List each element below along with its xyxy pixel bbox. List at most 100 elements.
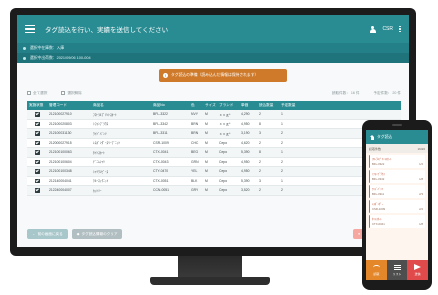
checked-checkbox-icon[interactable] — [35, 131, 40, 136]
table-row[interactable]: 212240004007 ｶｯﾄｿｰ CCN-0051 GRY M Cepo 3,520 2 2 — [27, 186, 401, 196]
table-cell: 2 — [259, 112, 261, 117]
table-cell: 212100100604 — [49, 159, 72, 164]
table-row[interactable]: 212140004041 ｸﾙｰﾈｯｸﾆｯﾄ CTX-0051 BLK M Cepo 5,3… — [27, 176, 401, 186]
read-count: 読取件数： 16 件 — [331, 90, 360, 95]
row-checkbox-cell[interactable] — [27, 140, 47, 145]
table-cell: 4,950 — [241, 169, 250, 174]
phone-count-value: 16/20 — [417, 146, 425, 151]
table-row[interactable]: 212100020803 ｼﾌｫﾝﾌﾞﾗｳｽ BFL-3342 BRN Mｘｘｇ* 4,9… — [27, 119, 401, 129]
table-row[interactable]: 212000027915 ﾚｽﾎﾞﾝﾀﾞｰｽﾘｰﾌﾞﾆｯﾄ CSR-1009 CHC M… — [27, 138, 401, 148]
clear-tags-button[interactable]: ◆ タグ読込情報のクリア — [71, 229, 123, 239]
table-cell: ﾃﾞﾆﾑｼｬﾂ — [93, 160, 105, 165]
table-cell: CSR-1009 — [153, 140, 169, 145]
table-cell: 212100031130 — [49, 131, 72, 136]
row-checkbox-cell[interactable] — [27, 112, 47, 117]
smartphone: タグ読込 読取件数 16/20 ﾌﾛｰﾗﾙﾌﾟﾘﾝﾄｽｶｰﾄ BFL-3322 1/… — [362, 120, 432, 290]
table-cell: ｶｯﾄｿｰ — [93, 188, 102, 193]
phone-screen: タグ読込 読取件数 16/20 ﾌﾛｰﾗﾙﾌﾟﾘﾝﾄｽｶｰﾄ BFL-3322 1/… — [366, 130, 428, 280]
table-cell: 4,620 — [241, 140, 250, 145]
row-checkbox-cell[interactable] — [27, 131, 47, 136]
column-header: ブランド — [219, 103, 234, 107]
table-cell: BRN — [191, 121, 199, 126]
table-row[interactable]: 212100100348 ｼｬﾂﾜﾝﾋﾟｰｽ CTY-0470 YEL M Cepo 4,9… — [27, 167, 401, 177]
table-cell: 2 — [259, 159, 261, 164]
tag-read-notice[interactable]: ! タグ読込の準備（読み込んだ情報は保持されます） — [159, 69, 287, 82]
select-all-button[interactable]: 全て選択 — [27, 91, 47, 96]
tag-icon: ◆ — [76, 232, 80, 236]
table-cell: ﾜｲﾄﾞﾊﾟﾝﾂ — [93, 131, 107, 136]
checked-checkbox-icon[interactable] — [35, 140, 40, 145]
table-cell: 3 — [259, 131, 261, 136]
home-icon[interactable] — [370, 134, 375, 140]
checked-checkbox-icon[interactable] — [35, 121, 40, 126]
table-cell: CCN-0051 — [153, 188, 170, 193]
table-cell: BFL-3311 — [153, 131, 168, 136]
phone-item-card[interactable]: ｼﾌｫﾝﾌﾞﾗｳｽ BFL-3342 1/8 — [369, 170, 425, 183]
table-cell: Cepo — [219, 140, 228, 145]
table-cell: ｘｘｇ* — [219, 112, 231, 117]
row-checkbox-cell[interactable] — [27, 188, 47, 193]
table-cell: Cepo — [219, 159, 228, 164]
table-header: 実施状態 管理コード 商品名 商品No 色 サイズ ブランド 単価 読込数量 予定数量 — [27, 101, 401, 110]
phone-item-card[interactable]: ﾌﾛｰﾗﾙﾌﾟﾘﾝﾄｽｶｰﾄ BFL-3322 1/2 — [369, 155, 425, 168]
table-cell: CTX-0051 — [153, 178, 169, 183]
deselect-all-button[interactable]: 選択解除 — [61, 91, 82, 96]
table-cell: 212240004007 — [49, 188, 72, 193]
checked-checkbox-icon[interactable] — [35, 159, 40, 164]
phone-item-card[interactable]: ﾀｲﾄｽｶｰﾄ CTX-0041 1/8 — [369, 215, 425, 228]
table-cell: 212100100063 — [49, 150, 72, 155]
phone-list-button[interactable]: リスト — [386, 260, 408, 280]
table-toolbar: 全て選択 選択解除 読取件数： 16 件 予定件数： 20 件 — [27, 88, 401, 98]
checked-checkbox-icon[interactable] — [35, 169, 40, 174]
phone-item-qty: 2/2 — [419, 206, 423, 211]
phone-item-card[interactable]: ﾜｲﾄﾞﾊﾟﾝﾂ BFL-3311 2/3 — [369, 185, 425, 198]
phone-item-code: BFL-3311 — [372, 191, 385, 196]
table-cell: 2 — [281, 140, 283, 145]
table-cell: 2 — [281, 188, 283, 193]
shipment-table: 実施状態 管理コード 商品名 商品No 色 サイズ ブランド 単価 読込数量 予定数量 21210… — [27, 101, 401, 196]
info-icon — [23, 46, 26, 50]
phone-item-card[interactable]: ﾚｽﾎﾞﾝﾀﾞｰ CSR-1009 2/2 — [369, 200, 425, 213]
checked-checkbox-icon[interactable] — [35, 150, 40, 155]
table-cell: 3,190 — [241, 131, 250, 136]
user-icon[interactable] — [369, 25, 376, 33]
table-cell: 4,950 — [241, 159, 250, 164]
checked-checkbox-icon[interactable] — [35, 112, 40, 117]
desktop-monitor: タグ読込を行い、実績を送信してください CSR 選択中在庫数：入庫 選択中出荷数… — [10, 8, 416, 256]
column-header: 商品名 — [93, 103, 104, 107]
shipment-info: 選択中出荷数：2021/09/06 100-004 — [30, 55, 91, 60]
table-cell: Cepo — [219, 188, 228, 193]
table-row[interactable]: 212100027910 ﾌﾛｰﾗﾙﾌﾟﾘﾝﾄｽｶｰﾄ BFL-3322 NVY Mｘｘ… — [27, 110, 401, 120]
checked-checkbox-icon[interactable] — [35, 188, 40, 193]
phone-send-button[interactable]: 送信 — [407, 260, 428, 280]
table-cell: M — [205, 188, 208, 193]
more-icon[interactable] — [399, 25, 401, 33]
table-row[interactable]: 212100031130 ﾜｲﾄﾞﾊﾟﾝﾂ BFL-3311 BRN Mｘｘｇ* 3,19… — [27, 129, 401, 139]
table-cell: CHC — [191, 140, 199, 145]
row-checkbox-cell[interactable] — [27, 150, 47, 155]
send-icon — [414, 264, 422, 270]
product-illustration: タグ読込を行い、実績を送信してください CSR 選択中在庫数：入庫 選択中出荷数… — [0, 0, 438, 295]
table-cell: ｘｘｇ* — [219, 122, 231, 127]
phone-speaker — [392, 124, 402, 126]
table-cell: M — [205, 178, 208, 183]
table-cell: ｘｘｇ* — [219, 131, 231, 136]
row-checkbox-cell[interactable] — [27, 159, 47, 164]
table-cell: ﾌﾛｰﾗﾙﾌﾟﾘﾝﾄｽｶｰﾄ — [93, 112, 117, 117]
row-checkbox-cell[interactable] — [27, 169, 47, 174]
phone-read-button[interactable]: 読取 — [366, 260, 387, 280]
row-checkbox-cell[interactable] — [27, 178, 47, 183]
back-button[interactable]: ← 前の画面に戻る — [27, 229, 68, 239]
table-cell: 2 — [281, 169, 283, 174]
table-row[interactable]: 212100100604 ﾃﾞﾆﾑｼｬﾂ CTX-0043 GRN M Cepo 4,950… — [27, 157, 401, 167]
column-header: 商品No — [153, 103, 165, 107]
table-cell: 3,520 — [241, 188, 250, 193]
checked-checkbox-icon[interactable] — [35, 178, 40, 183]
table-cell: CTX-0043 — [153, 159, 169, 164]
row-checkbox-cell[interactable] — [27, 121, 47, 126]
menu-icon[interactable] — [25, 25, 35, 33]
table-cell: 212000027915 — [49, 140, 72, 145]
back-label: 前の画面に戻る — [37, 231, 63, 236]
table-row[interactable]: 212100100063 ﾀｲﾄｽｶｰﾄ CTX-0041 BEG M Cepo 5,390… — [27, 148, 401, 158]
phone-list-label: リスト — [392, 271, 402, 276]
